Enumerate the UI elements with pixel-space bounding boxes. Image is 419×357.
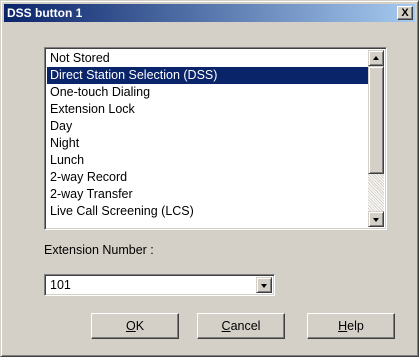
function-listbox[interactable]: Not Stored Direct Station Selection (DSS… bbox=[44, 47, 387, 230]
close-button[interactable]: X bbox=[397, 6, 413, 20]
list-item-lunch[interactable]: Lunch bbox=[47, 152, 369, 169]
vertical-scrollbar[interactable] bbox=[368, 50, 384, 227]
list-item-not-stored[interactable]: Not Stored bbox=[47, 50, 369, 67]
scroll-up-icon bbox=[373, 56, 379, 60]
list-item-lcs[interactable]: Live Call Screening (LCS) bbox=[47, 203, 369, 220]
extension-number-combobox[interactable]: 101 bbox=[44, 274, 275, 296]
function-list-items: Not Stored Direct Station Selection (DSS… bbox=[47, 50, 369, 220]
ok-button[interactable]: OK bbox=[91, 313, 179, 339]
list-item-2-way-transfer[interactable]: 2-way Transfer bbox=[47, 186, 369, 203]
scroll-down-button[interactable] bbox=[368, 211, 384, 227]
list-item-extension-lock[interactable]: Extension Lock bbox=[47, 101, 369, 118]
list-item-one-touch-dialing[interactable]: One-touch Dialing bbox=[47, 84, 369, 101]
scroll-up-button[interactable] bbox=[368, 50, 384, 66]
ok-mnemonic: O bbox=[125, 319, 136, 333]
ok-label: K bbox=[135, 319, 145, 333]
list-item-day[interactable]: Day bbox=[47, 118, 369, 135]
dropdown-arrow-icon bbox=[261, 284, 267, 288]
extension-number-value: 101 bbox=[50, 278, 71, 292]
dss-button-dialog: DSS button 1 X Not Stored Direct Station… bbox=[0, 0, 419, 357]
cancel-mnemonic: C bbox=[221, 319, 231, 333]
title-bar[interactable]: DSS button 1 X bbox=[4, 4, 415, 22]
extension-dropdown-button[interactable] bbox=[256, 277, 272, 293]
list-item-dss[interactable]: Direct Station Selection (DSS) bbox=[47, 67, 369, 84]
scroll-down-icon bbox=[373, 218, 379, 222]
list-item-2-way-record[interactable]: 2-way Record bbox=[47, 169, 369, 186]
extension-number-label: Extension Number : bbox=[44, 243, 154, 257]
help-button[interactable]: Help bbox=[307, 313, 395, 339]
scroll-thumb[interactable] bbox=[368, 66, 384, 174]
help-mnemonic: H bbox=[338, 319, 348, 333]
help-label: elp bbox=[347, 319, 364, 333]
cancel-label: ancel bbox=[230, 319, 261, 333]
window-title: DSS button 1 bbox=[7, 6, 83, 20]
cancel-button[interactable]: Cancel bbox=[197, 313, 285, 339]
close-icon: X bbox=[401, 6, 409, 19]
list-item-night[interactable]: Night bbox=[47, 135, 369, 152]
